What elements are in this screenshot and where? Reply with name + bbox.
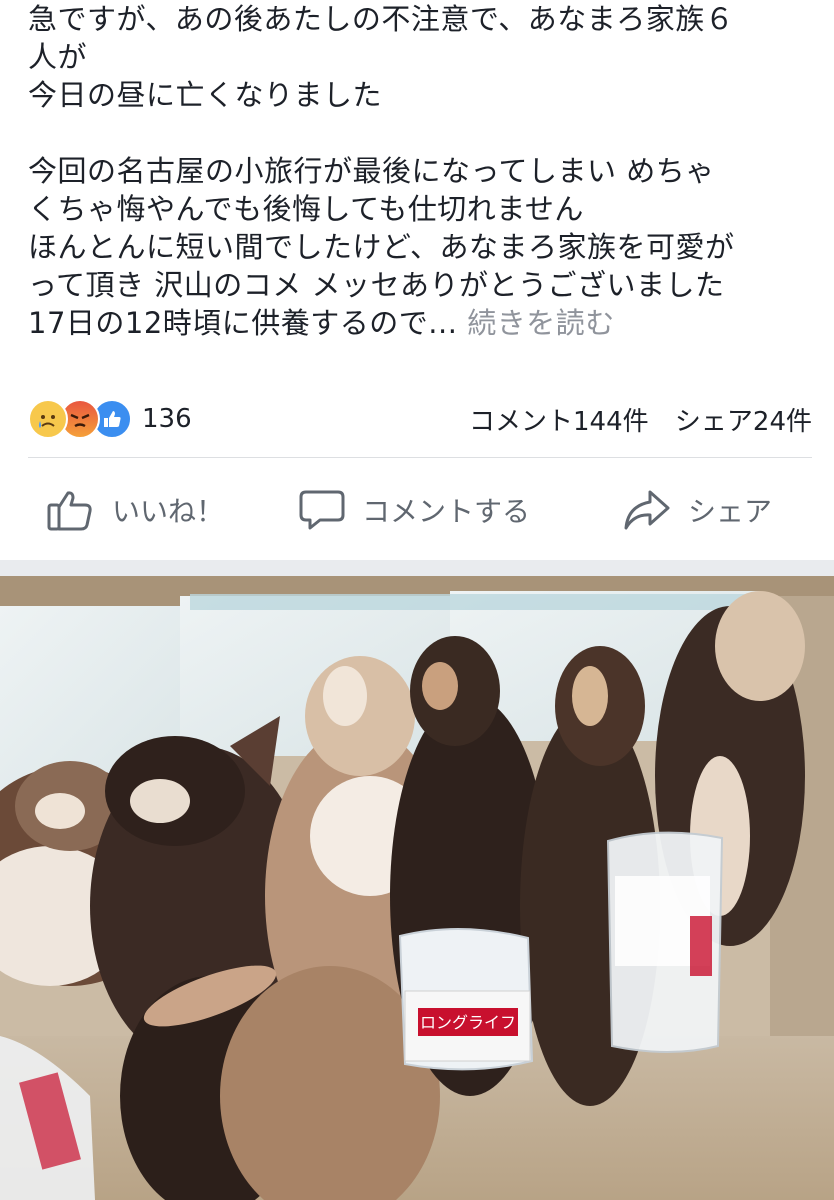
sad-reaction-icon [28,399,68,439]
package-label: ロングライフ [420,1013,516,1032]
divider [28,457,812,458]
thumbs-up-icon [47,491,92,531]
feed-separator [0,560,834,576]
comment-button-label: コメントする [362,495,531,528]
post-text-line: 急ですが、あの後あたしの不注意で、あなまろ家族６ [28,2,735,36]
share-count[interactable]: シェア24件 [675,407,812,437]
post-text-line: 今日の昼に亡くなりました [28,78,383,112]
share-button[interactable]: シェア [622,488,772,532]
like-button[interactable]: いいね！ [46,488,224,532]
comment-button[interactable]: コメントする [298,488,530,532]
post-text-truncated: 17日の12時頃に供養するので... [28,306,458,340]
post-text-line: って頂き 沢山のコメ メッセありがとうございました [28,268,725,302]
post-text-last-line: 17日の12時頃に供養するので... 続きを読む [28,304,818,342]
share-arrow-icon [624,490,670,530]
post-text-line: 人が [28,40,88,74]
action-bar: いいね！ コメントする シェア [0,478,834,542]
reaction-count: 136 [142,404,192,434]
post-text-line: くちゃ悔やんでも後悔しても仕切れません [28,192,584,226]
engagement-counts: コメント144件 シェア24件 [469,401,812,438]
post-text-line: 今回の名古屋の小旅行が最後になってしまい めちゃ [28,154,715,188]
reactions-row: 136 コメント144件 シェア24件 [28,398,812,440]
post-text-line: ほんとんに短い間でしたけど、あなまろ家族を可愛が [28,230,735,264]
chihuahua-photo: ロングライフ [0,576,834,1200]
post-photo[interactable]: ロングライフ [0,576,834,1200]
share-button-label: シェア [688,495,773,528]
comment-count[interactable]: コメント144件 [469,407,649,437]
post-text: 急ですが、あの後あたしの不注意で、あなまろ家族６ 人が 今日の昼に亡くなりました… [28,0,818,342]
comment-icon [299,490,345,530]
see-more-link[interactable]: 続きを読む [467,306,615,340]
reaction-summary[interactable]: 136 [28,399,192,439]
like-button-label: いいね！ [112,495,225,528]
